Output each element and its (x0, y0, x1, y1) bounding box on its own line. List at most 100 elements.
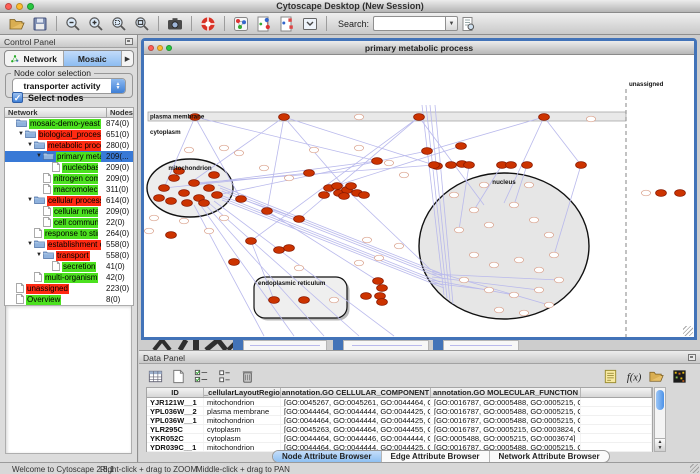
expander-icon[interactable]: ▼ (26, 239, 34, 250)
scrollbar-arrows[interactable]: ▲▼ (655, 438, 665, 451)
network-node-white[interactable] (514, 257, 523, 263)
save-button[interactable] (30, 14, 50, 34)
network-node-white[interactable] (534, 287, 543, 293)
expander-icon[interactable]: ▼ (35, 151, 43, 162)
tab-network[interactable]: Network (5, 51, 64, 66)
minimize-button[interactable] (16, 3, 23, 10)
network-node-orange[interactable] (361, 293, 372, 300)
minimize-icon[interactable] (157, 45, 163, 51)
network-node-white[interactable] (534, 267, 543, 273)
tab-network-attribute-browser[interactable]: Network Attribute Browser (490, 451, 609, 462)
attribute-table-button[interactable] (145, 366, 165, 386)
select-nodes-checkbox[interactable]: ✓ (12, 92, 23, 103)
network-node-orange[interactable] (304, 170, 315, 177)
network-node-white[interactable] (549, 252, 558, 258)
column-header[interactable]: _cellularLayoutRegion (204, 388, 281, 397)
network-edge[interactable] (194, 205, 264, 336)
network-edge[interactable] (222, 191, 444, 279)
annotation-button[interactable] (254, 14, 274, 34)
network-node-orange[interactable] (299, 297, 310, 304)
background-window[interactable] (343, 340, 429, 350)
network-node-white[interactable] (469, 252, 478, 258)
help-button[interactable] (198, 14, 218, 34)
network-node-orange[interactable] (359, 192, 370, 199)
network-node-white[interactable] (179, 218, 188, 224)
expander-icon[interactable]: ▼ (35, 250, 43, 261)
network-node-white[interactable] (234, 150, 243, 156)
network-node-white[interactable] (219, 215, 228, 221)
select-attributes-button[interactable] (191, 366, 211, 386)
network-node-orange[interactable] (319, 192, 330, 199)
network-node-orange[interactable] (522, 162, 533, 169)
network-node-orange[interactable] (182, 200, 193, 207)
network-node-orange[interactable] (166, 232, 177, 239)
hide-panel-button[interactable] (300, 14, 320, 34)
float-panel-icon[interactable] (688, 354, 696, 361)
network-node-orange[interactable] (414, 114, 425, 121)
network-window[interactable]: primary metabolic process plasma membran… (141, 38, 697, 340)
tree-row[interactable]: response to stimulu264(0) (5, 228, 133, 239)
notes-button[interactable] (600, 366, 620, 386)
network-node-white[interactable] (259, 165, 268, 171)
network-node-white[interactable] (454, 227, 463, 233)
tree-row[interactable]: ▼biological_process651(0) (5, 129, 133, 140)
open-file-button[interactable] (7, 14, 27, 34)
attribute-table-header[interactable]: ID_cellularLayoutRegionannotation.GO CEL… (147, 388, 652, 398)
network-node-white[interactable] (374, 255, 383, 261)
tree-row[interactable]: secretion41(0) (5, 261, 133, 272)
tree-row[interactable]: ▼cellular process614(0) (5, 195, 133, 206)
snapshot-button[interactable] (165, 14, 185, 34)
zoom-selected-button[interactable] (109, 14, 129, 34)
network-node-white[interactable] (494, 307, 503, 313)
network-node-orange[interactable] (346, 183, 357, 190)
network-node-white[interactable] (184, 147, 193, 153)
network-node-orange[interactable] (675, 190, 686, 197)
network-window-titlebar[interactable]: primary metabolic process (144, 41, 694, 55)
background-window-titlebar[interactable] (233, 340, 243, 350)
column-header[interactable]: annotation.GO CELLULAR_COMPONENT (281, 388, 431, 397)
network-node-orange[interactable] (274, 247, 285, 254)
birdseye-view[interactable] (5, 305, 132, 454)
delete-attribute-button[interactable] (237, 366, 257, 386)
network-node-orange[interactable] (506, 162, 517, 169)
table-row[interactable]: YPL036W__2plasma membrane[GO:0044464, GO… (147, 407, 652, 416)
network-node-white[interactable] (544, 232, 553, 238)
float-panel-icon[interactable] (125, 38, 133, 45)
import-button[interactable] (646, 366, 666, 386)
matrix-button[interactable] (669, 366, 689, 386)
expander-icon[interactable]: ▼ (17, 129, 25, 140)
network-edge[interactable] (251, 117, 419, 241)
network-edge[interactable] (299, 117, 419, 219)
network-node-orange[interactable] (373, 278, 384, 285)
tab-mosaic[interactable]: Mosaic (64, 51, 123, 66)
table-scrollbar[interactable]: ▲▼ (654, 387, 666, 452)
table-row[interactable]: YKR052Ccytoplasm[GO:0044464, GO:0044446,… (147, 434, 652, 443)
table-row[interactable]: YLR295Ccytoplasm[GO:0045263, GO:0044464,… (147, 425, 652, 434)
background-window-titlebar[interactable] (433, 340, 443, 350)
zoom-fit-button[interactable] (132, 14, 152, 34)
network-node-white[interactable] (449, 192, 458, 198)
network-node-white[interactable] (204, 228, 213, 234)
network-node-orange[interactable] (377, 299, 388, 306)
background-window-titlebar[interactable] (333, 340, 343, 350)
network-node-orange[interactable] (262, 208, 273, 215)
network-node-white[interactable] (554, 277, 563, 283)
network-node-white[interactable] (479, 182, 488, 188)
network-node-orange[interactable] (236, 196, 247, 203)
network-node-orange[interactable] (372, 158, 383, 165)
network-node-orange[interactable] (159, 185, 170, 192)
tab-node-attribute-browser[interactable]: Node Attribute Browser (273, 451, 382, 462)
table-row[interactable]: YJR121W__1mitochondrion[GO:0045267, GO:0… (147, 398, 652, 407)
expander-icon[interactable]: ▼ (26, 140, 34, 151)
network-node-orange[interactable] (539, 114, 550, 121)
network-node-orange[interactable] (154, 195, 165, 202)
network-node-orange[interactable] (166, 198, 177, 205)
network-node-orange[interactable] (576, 162, 587, 169)
tree-header[interactable]: Network Nodes (4, 107, 134, 118)
network-node-white[interactable] (149, 215, 158, 221)
network-edge[interactable] (195, 117, 377, 161)
attribute-batch-button[interactable] (214, 366, 234, 386)
network-node-white[interactable] (544, 302, 553, 308)
network-node-orange[interactable] (209, 172, 220, 179)
tree-row[interactable]: macromolecule311(0) (5, 184, 133, 195)
